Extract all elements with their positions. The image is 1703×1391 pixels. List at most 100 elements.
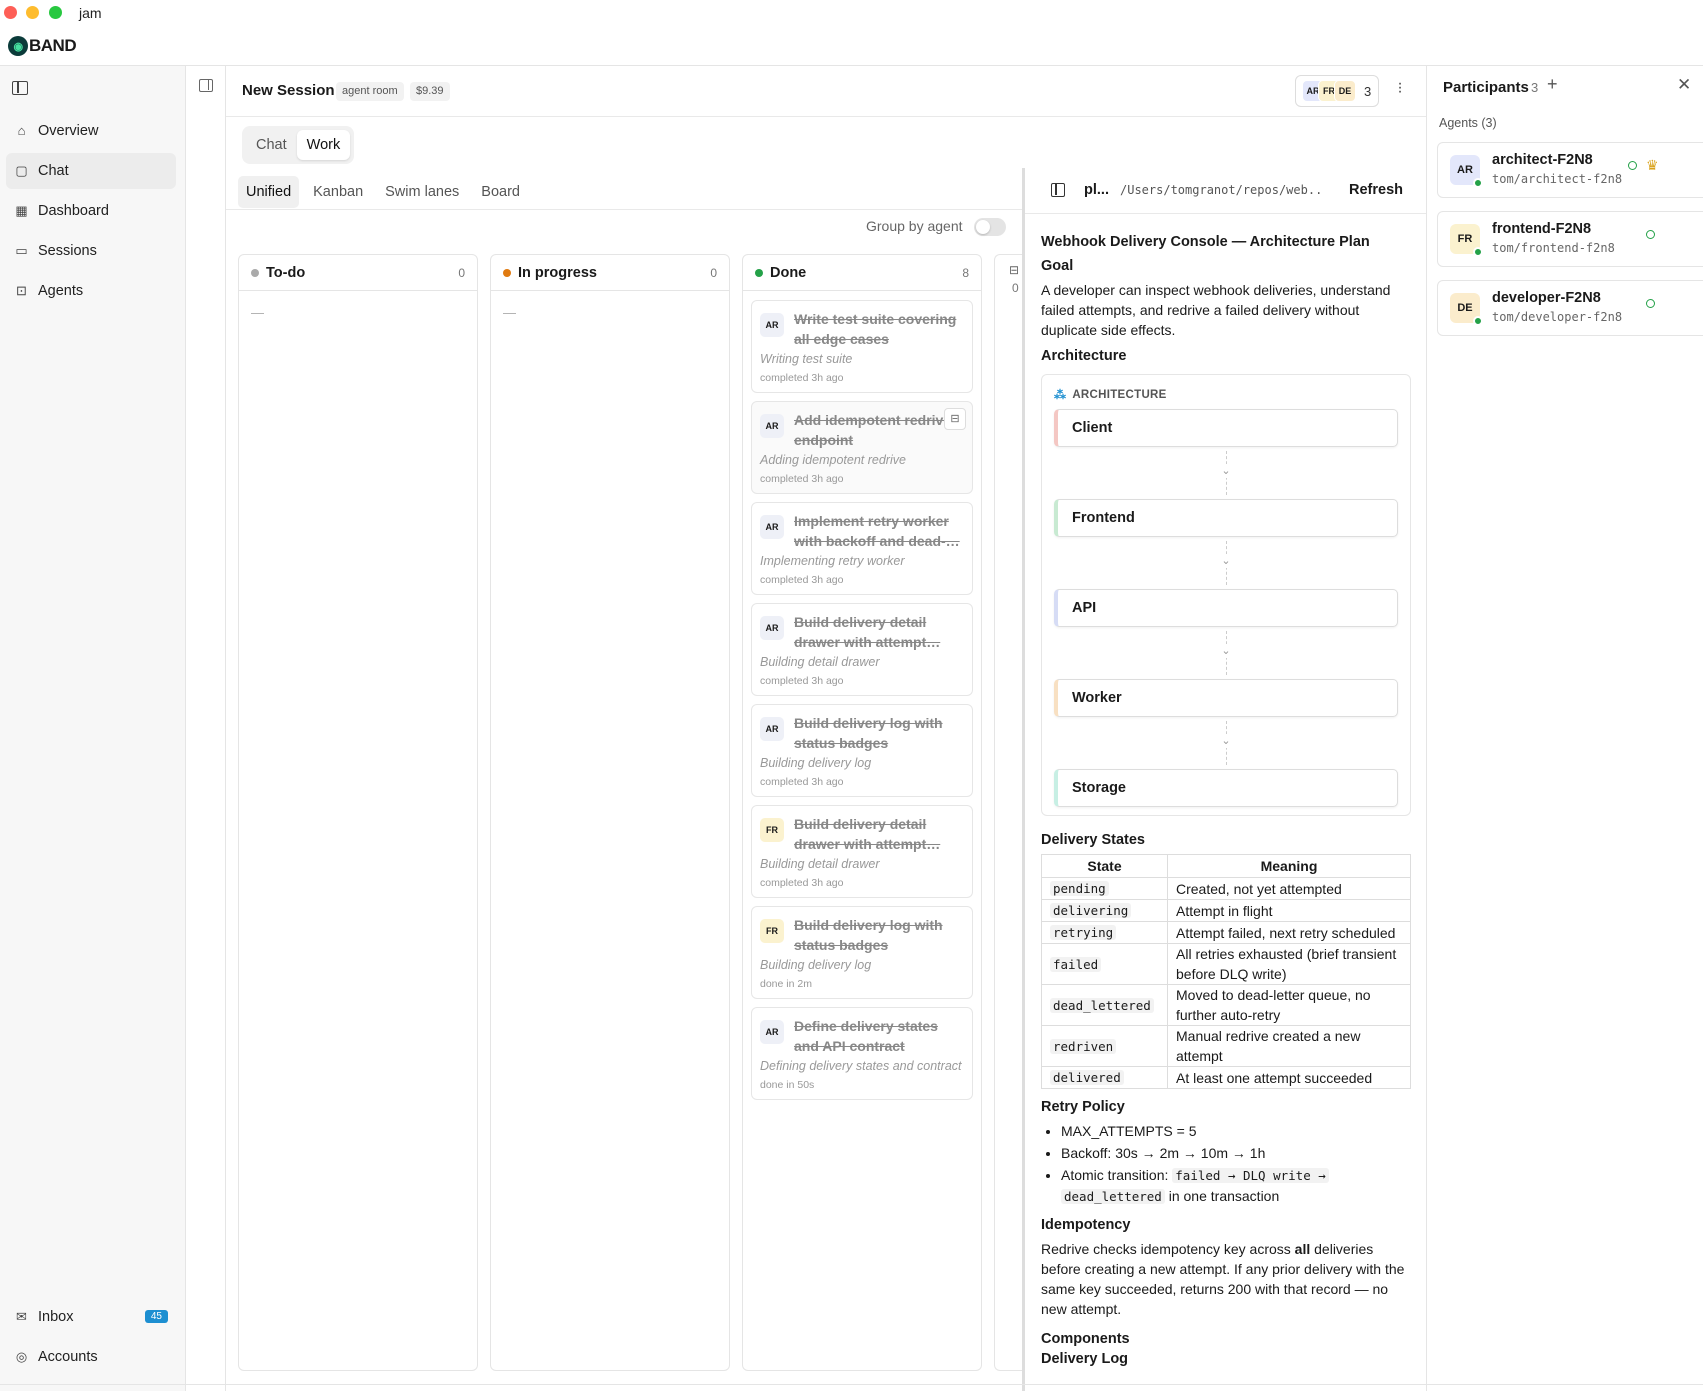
participants-avatars-button[interactable]: AR FR DE 3 <box>1295 75 1379 107</box>
plan-title: Webhook Delivery Console — Architecture … <box>1041 234 1370 250</box>
participant-name: frontend-F2N8 <box>1492 221 1592 237</box>
add-participant-icon[interactable]: + <box>1547 74 1558 95</box>
idempotency-text-part: Redrive checks idempotency key across <box>1041 1241 1295 1257</box>
task-card[interactable]: AR Write test suite covering all edge ca… <box>751 300 973 393</box>
home-icon: ⌂ <box>17 123 26 138</box>
column-header: Meaning <box>1167 854 1411 878</box>
column-title: In progress <box>518 264 597 281</box>
table-row: failed All retries exhausted (brief trans… <box>1041 943 1411 985</box>
close-icon[interactable]: ✕ <box>1677 75 1691 95</box>
task-card[interactable]: AR Build delivery detail drawer with att… <box>751 603 973 696</box>
inbox-icon: ✉ <box>16 1309 27 1324</box>
task-card[interactable]: AR Implement retry worker with backoff a… <box>751 502 973 595</box>
archive-icon[interactable]: ⊟ <box>944 408 966 430</box>
status-dot <box>1473 247 1483 257</box>
idempotency-emphasis: all <box>1294 1241 1311 1257</box>
column-count: 8 <box>962 265 969 280</box>
card-timestamp: done in 2m <box>760 978 812 990</box>
collapse-panel-icon[interactable] <box>1051 183 1065 197</box>
card-timestamp: completed 3h ago <box>760 473 844 485</box>
sidebar-item-label: Chat <box>38 163 69 179</box>
chat-icon: ▢ <box>15 163 28 178</box>
tab-swim-lanes[interactable]: Swim lanes <box>377 176 467 208</box>
sidebar-item-sessions[interactable]: ▭ Sessions <box>6 233 176 269</box>
view-tabs: Unified Kanban Swim lanes Board <box>238 176 534 208</box>
task-card[interactable]: FR Build delivery detail drawer with att… <box>751 805 973 898</box>
refresh-button[interactable]: Refresh <box>1349 182 1403 198</box>
participant-card[interactable]: FR frontend-F2N8 tom/frontend-f2n8 <box>1437 211 1703 267</box>
state-code: retrying <box>1050 925 1117 940</box>
avatar: AR <box>760 717 784 741</box>
session-title: New Session <box>242 82 335 99</box>
avatar-initials: FR <box>1457 233 1473 245</box>
sidebar-item-label: Agents <box>38 283 84 299</box>
delivery-log-heading: Delivery Log <box>1041 1351 1129 1367</box>
card-timestamp: completed 3h ago <box>760 675 844 687</box>
grid-icon: ▦ <box>15 203 28 218</box>
card-subtitle: Building detail drawer <box>760 857 880 871</box>
card-title: Build delivery log with status badges <box>794 917 943 953</box>
archive-icon[interactable]: ⊟ <box>1009 263 1019 277</box>
participant-card[interactable]: AR architect-F2N8 tom/architect-f2n8 ♛ <box>1437 142 1703 198</box>
table-row: pending Created, not yet attempted <box>1041 877 1411 900</box>
chevron-down-icon: ⌄ <box>1221 464 1231 478</box>
minimize-window-button[interactable] <box>26 6 39 19</box>
table-row: dead_lettered Moved to dead-letter queue,… <box>1041 984 1411 1026</box>
inbox-count-badge: 45 <box>144 1310 168 1323</box>
node-worker[interactable]: Worker <box>1054 679 1398 717</box>
avatar: AR <box>760 414 784 438</box>
card-title: Write test suite covering all edge cases <box>794 311 957 347</box>
avatar: AR <box>760 616 784 640</box>
sidebar-item-overview[interactable]: ⌂ Overview <box>6 113 176 149</box>
band-logo-icon: ◉ <box>8 36 28 56</box>
task-card[interactable]: AR Build delivery log with status badges… <box>751 704 973 797</box>
state-meaning: All retries exhausted (brief transient b… <box>1167 943 1411 985</box>
participant-handle: tom/architect-f2n8 <box>1492 172 1623 186</box>
sidebar-item-agents[interactable]: ⊡ Agents <box>6 273 176 309</box>
participants-count: 3 <box>1531 80 1539 95</box>
participant-handle: tom/frontend-f2n8 <box>1492 241 1615 255</box>
tab-kanban[interactable]: Kanban <box>305 176 371 208</box>
sidebar-item-chat[interactable]: ▢ Chat <box>6 153 176 189</box>
task-card[interactable]: AR Add idempotent redrive endpoint Addin… <box>751 401 973 494</box>
card-timestamp: completed 3h ago <box>760 574 844 586</box>
idempotency-heading: Idempotency <box>1041 1217 1131 1233</box>
brand-text: BAND <box>29 36 77 55</box>
sidebar-item-dashboard[interactable]: ▦ Dashboard <box>6 193 176 229</box>
node-client[interactable]: Client <box>1054 409 1398 447</box>
panel-toggle-icon[interactable] <box>199 79 213 92</box>
tab-board[interactable]: Board <box>473 176 528 208</box>
sidebar-item-accounts[interactable]: ◎ Accounts <box>6 1339 176 1375</box>
column-count: 0 <box>1012 281 1019 295</box>
idempotency-text: Redrive checks idempotency key across al… <box>1041 1239 1411 1319</box>
sidebar-toggle-icon[interactable] <box>12 81 28 95</box>
chevron-down-icon: ⌄ <box>1221 554 1231 568</box>
column-count: 0 <box>710 265 717 280</box>
state-code: delivering <box>1050 903 1132 918</box>
close-window-button[interactable] <box>4 6 17 19</box>
task-card[interactable]: FR Build delivery log with status badges… <box>751 906 973 999</box>
tab-chat[interactable]: Chat <box>246 130 297 160</box>
column-archived: ⊟ 0 <box>994 254 1024 1371</box>
tab-unified[interactable]: Unified <box>238 176 300 208</box>
card-title: Add idempotent redrive endpoint <box>794 412 952 448</box>
chevron-down-icon: ⌄ <box>1221 734 1231 748</box>
window-titlebar: jam <box>0 0 1703 28</box>
sidebar-item-inbox[interactable]: ✉ Inbox 45 <box>6 1299 176 1335</box>
more-options-icon[interactable]: · · · <box>1396 76 1404 100</box>
avatar: DE <box>1334 80 1356 102</box>
components-heading: Components <box>1041 1331 1130 1347</box>
sidebar-item-label: Dashboard <box>38 203 109 219</box>
maximize-window-button[interactable] <box>49 6 62 19</box>
cost-chip: $9.39 <box>410 82 450 101</box>
participant-card[interactable]: DE developer-F2N8 tom/developer-f2n8 <box>1437 280 1703 336</box>
table-row: retrying Attempt failed, next retry sched… <box>1041 921 1411 944</box>
inline-code: failed → DLQ write → <box>1172 1168 1329 1183</box>
node-api[interactable]: API <box>1054 589 1398 627</box>
node-frontend[interactable]: Frontend <box>1054 499 1398 537</box>
tab-work[interactable]: Work <box>296 130 351 160</box>
group-by-agent-toggle[interactable] <box>974 218 1006 236</box>
brand-logo[interactable]: ◉ BAND <box>8 36 77 56</box>
node-storage[interactable]: Storage <box>1054 769 1398 807</box>
task-card[interactable]: AR Define delivery states and API contra… <box>751 1007 973 1100</box>
